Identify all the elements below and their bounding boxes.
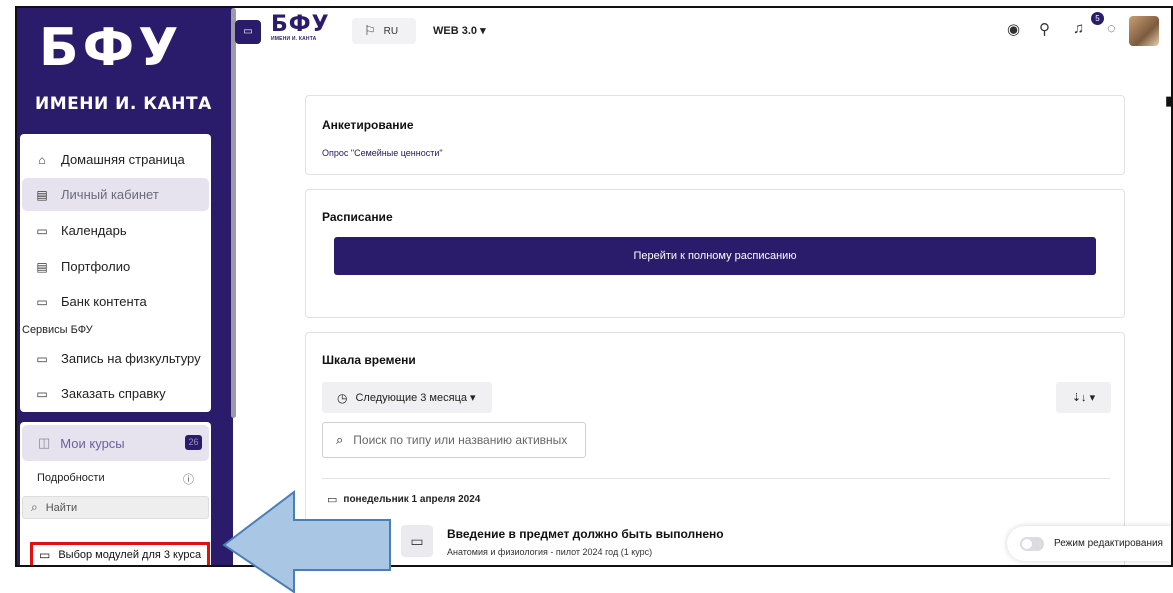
folder-icon: ▭ (36, 351, 48, 366)
notification-badge: 5 (1091, 12, 1104, 25)
sidebar-item-portfolio[interactable]: ▤ Портфолио (22, 250, 209, 283)
language-switcher[interactable]: ⚐ RU (352, 18, 416, 44)
sidebar-item-label: Портфолио (61, 259, 131, 274)
dashboard-icon: ▤ (36, 187, 48, 202)
edit-mode-label: Режим редактирования (1054, 538, 1163, 549)
timeline-search-input[interactable]: ⌕ Поиск по типу или названию активных (322, 422, 586, 458)
main-navigation: ⌂ Домашняя страница ▤ Личный кабинет ▭ К… (20, 134, 211, 412)
sidebar-item-calendar[interactable]: ▭ Календарь (22, 214, 209, 247)
avatar[interactable] (1129, 16, 1159, 46)
divider (322, 478, 1110, 479)
event-title-link[interactable]: Введение в предмет должно быть выполнено (447, 527, 724, 541)
sidebar-item-label: Календарь (61, 223, 127, 238)
search-icon: ⌕ (31, 500, 38, 514)
sidebar-item-label: Банк контента (61, 294, 147, 309)
course-icon: ▭ (39, 548, 51, 562)
folder-icon: ▭ (36, 386, 48, 401)
sidebar-item-dashboard[interactable]: ▤ Личный кабинет (22, 178, 209, 211)
sidebar: БФУ ИМЕНИ И. КАНТА ⌂ Домашняя страница ▤… (17, 8, 236, 565)
timeline-card: Шкала времени ◷ Следующие 3 месяца ▾ ⇣↓ … (305, 332, 1125, 565)
bell-icon[interactable]: ♫ (1073, 20, 1084, 37)
schedule-card: Расписание Перейти к полному расписанию (305, 189, 1125, 318)
my-courses-panel: ◫ Мои курсы 26 Подробности ⓘ ⌕ Найти ▭ В… (20, 422, 211, 565)
eye-icon[interactable]: ◉ (1007, 20, 1020, 38)
courses-icon: ◫ (38, 435, 51, 450)
survey-link[interactable]: Опрос "Семейные ценности" (322, 148, 443, 158)
clock-icon: ◷ (337, 390, 348, 405)
course-search-input[interactable]: ⌕ Найти (22, 496, 209, 519)
surveys-card: Анкетирование Опрос "Семейные ценности" (305, 95, 1125, 175)
university-logo-subtitle: ИМЕНИ И. КАНТА (35, 94, 212, 114)
course-search-placeholder: Найти (45, 501, 78, 514)
annotation-arrow-icon (222, 490, 391, 593)
folder-icon: ▭ (36, 294, 48, 309)
event-course-name: Анатомия и физиология - пилот 2024 год (… (447, 547, 653, 557)
timeline-range-dropdown[interactable]: ◷ Следующие 3 месяца ▾ (322, 382, 492, 413)
home-icon: ⌂ (38, 152, 46, 167)
app-window: БФУ ИМЕНИ И. КАНТА ⌂ Домашняя страница ▤… (15, 6, 1173, 567)
course-details-link[interactable]: Подробности (37, 472, 105, 484)
surveys-title: Анкетирование (322, 118, 414, 132)
courses-count-badge: 26 (185, 435, 202, 450)
my-courses-label: Мои курсы (60, 435, 125, 451)
portfolio-icon: ▤ (36, 259, 48, 274)
language-label: RU (383, 25, 399, 37)
version-menu[interactable]: WEB 3.0 ▾ (433, 24, 486, 37)
info-icon[interactable]: ⓘ (183, 471, 194, 487)
edit-mode-toggle[interactable] (1020, 536, 1044, 551)
section-label-services: Сервисы БФУ (22, 324, 93, 336)
search-icon: ⌕ (336, 432, 344, 447)
my-courses-header[interactable]: ◫ Мои курсы 26 (22, 425, 209, 461)
accessibility-icon[interactable]: ⚲ (1039, 20, 1050, 38)
sidebar-item-home[interactable]: ⌂ Домашняя страница (22, 143, 209, 176)
university-logo[interactable]: БФУ (39, 18, 182, 78)
edit-mode-switch[interactable]: Режим редактирования (1007, 526, 1171, 561)
calendar-icon: ▭ (36, 223, 48, 238)
assignment-icon: ▭ (401, 525, 433, 557)
flag-icon: ⚐ (364, 23, 376, 38)
sidebar-scrollbar[interactable] (231, 8, 236, 418)
course-item-module-selection[interactable]: ▭ Выбор модулей для 3 курса (30, 542, 210, 565)
sidebar-item-label: Заказать справку (61, 386, 166, 401)
timeline-search-placeholder: Поиск по типу или названию активных (353, 433, 568, 447)
sidebar-item-pe-signup[interactable]: ▭ Запись на физкультуру (22, 342, 209, 375)
timeline-sort-dropdown[interactable]: ⇣↓ ▾ (1056, 382, 1111, 413)
sidebar-toggle-button[interactable]: ▭ (235, 20, 261, 44)
course-item-label: Выбор модулей для 3 курса (58, 549, 202, 561)
header-logo-text: БФУ (271, 12, 330, 37)
timeline-range-label: Следующие 3 месяца ▾ (355, 392, 476, 404)
header-logo[interactable]: БФУ ИМЕНИ И. КАНТА (271, 12, 330, 43)
drawer-toggle-icon[interactable]: ◧ (1165, 93, 1171, 109)
sidebar-item-order-certificate[interactable]: ▭ Заказать справку (22, 377, 209, 410)
sidebar-item-label: Личный кабинет (61, 187, 159, 202)
sidebar-item-label: Домашняя страница (61, 152, 185, 167)
sidebar-item-content-bank[interactable]: ▭ Банк контента (22, 285, 209, 318)
timeline-title: Шкала времени (322, 353, 416, 367)
chat-icon[interactable]: ◌ (1107, 20, 1116, 37)
full-schedule-button[interactable]: Перейти к полному расписанию (334, 237, 1096, 275)
schedule-title: Расписание (322, 210, 393, 224)
sidebar-item-label: Запись на физкультуру (61, 351, 201, 366)
